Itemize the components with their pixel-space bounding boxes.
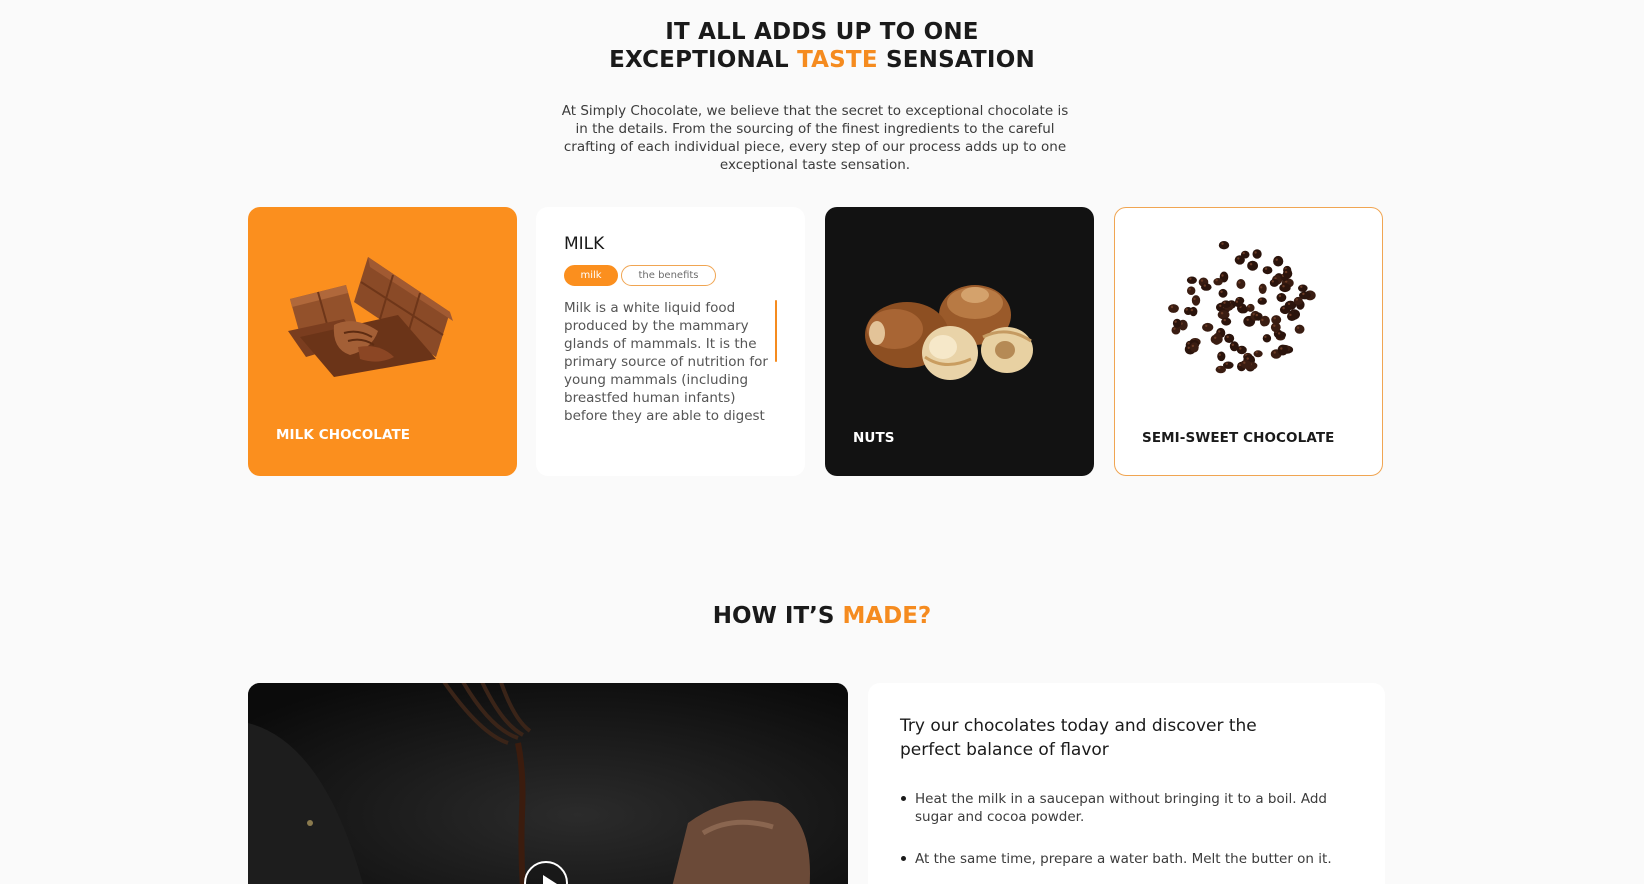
card-label-milk-chocolate: MILK CHOCOLATE <box>276 427 411 443</box>
chip-the-benefits[interactable]: the benefits <box>621 265 716 286</box>
recipe-title: Try our chocolates today and discover th… <box>900 716 1257 760</box>
card-milk-chocolate[interactable]: MILK CHOCOLATE <box>248 207 517 476</box>
title-line2-post: SENSATION <box>877 47 1035 73</box>
section-title-how-its-made: HOW IT’S MADE? <box>0 603 1644 629</box>
card-label-semi-sweet-chocolate: SEMI-SWEET CHOCOLATE <box>1142 430 1335 446</box>
intro-paragraph: At Simply Chocolate, we believe that the… <box>561 103 1069 173</box>
video-thumbnail <box>248 683 848 884</box>
milk-scrollbar[interactable] <box>775 300 777 362</box>
card-label-nuts: NUTS <box>853 430 895 446</box>
section-title-line1: IT ALL ADDS UP TO ONE <box>665 19 979 45</box>
section-title-taste: IT ALL ADDS UP TO ONE EXCEPTIONAL TASTE … <box>0 18 1644 74</box>
card-semi-sweet-chocolate[interactable]: SEMI-SWEET CHOCOLATE <box>1114 207 1383 476</box>
video-player[interactable] <box>248 683 848 884</box>
milk-title: MILK <box>564 234 605 254</box>
recipe-card: Try our chocolates today and discover th… <box>868 683 1385 884</box>
title-line2-pre: EXCEPTIONAL <box>609 47 798 73</box>
chip-milk[interactable]: milk <box>564 265 618 286</box>
section-title-line2: EXCEPTIONAL TASTE SENSATION <box>0 46 1644 74</box>
recipe-step: Heat the milk in a saucepan without brin… <box>901 790 1345 826</box>
title-accent-taste: TASTE <box>797 47 878 73</box>
card-milk-details: MILK milk the benefits Milk is a white l… <box>536 207 805 476</box>
milk-description: Milk is a white liquid food produced by … <box>564 300 768 424</box>
card-nuts[interactable]: NUTS <box>825 207 1094 476</box>
recipe-step: At the same time, prepare a water bath. … <box>901 850 1345 868</box>
title2-pre: HOW IT’S <box>712 603 843 629</box>
title2-accent: MADE? <box>842 603 932 629</box>
